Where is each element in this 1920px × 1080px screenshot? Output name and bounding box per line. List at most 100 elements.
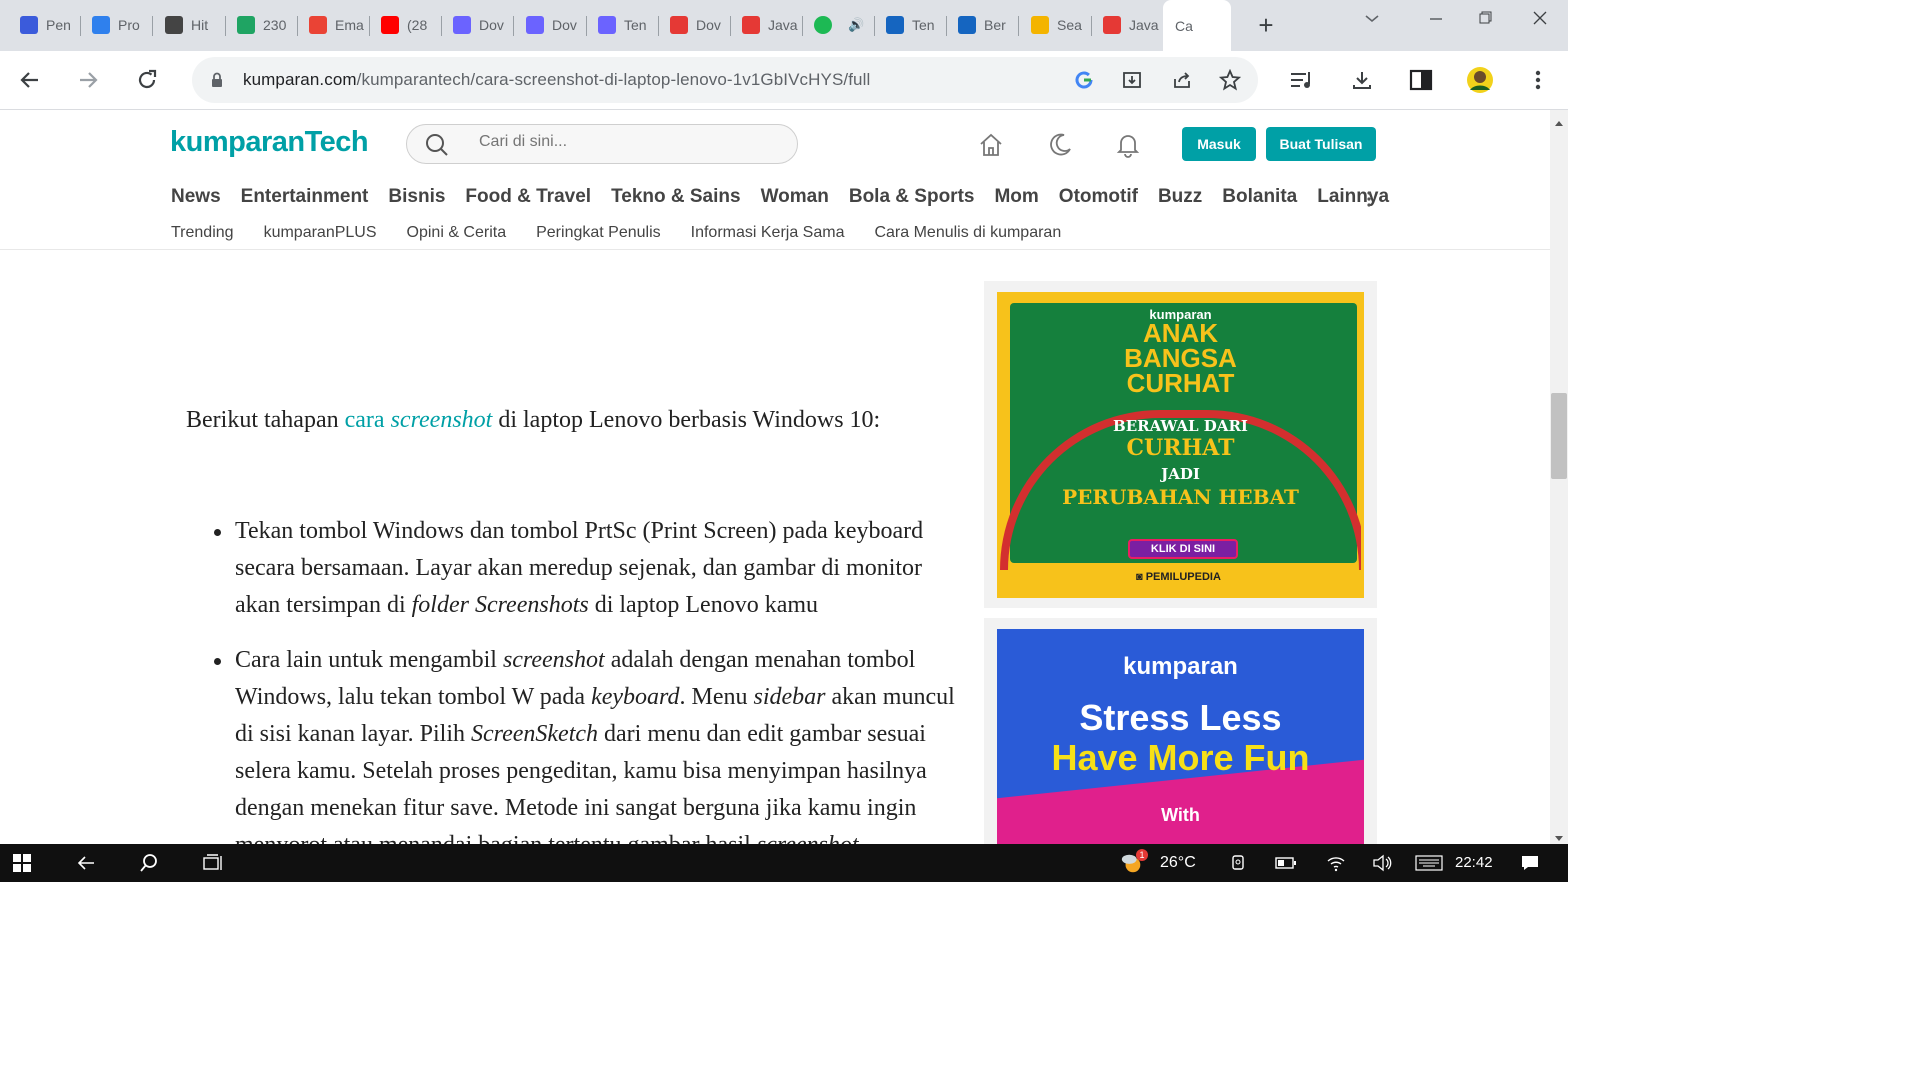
back-arrow-icon[interactable] <box>14 64 46 96</box>
ad-banner-stress-less[interactable]: kumparan Stress Less Have More Fun With <box>984 618 1377 844</box>
browser-tab[interactable]: Ber <box>946 6 1018 44</box>
nav-item[interactable]: Buzz <box>1158 186 1202 210</box>
install-app-icon[interactable] <box>1120 68 1144 92</box>
ad-cta-button[interactable]: KLIK DI SINI <box>1128 539 1238 559</box>
browser-tab-strip: + Pen Pro Hit 230 Ema (28 Dov Dov Ten Dov Java 🔊 Ten… <box>0 0 1568 51</box>
downloads-icon[interactable] <box>1348 66 1376 94</box>
nav-item[interactable]: News <box>171 186 221 210</box>
ad-banner-anak-bangsa-curhat[interactable]: kumparan ANAK BANGSA CURHAT BERAWAL DARI C… <box>984 281 1377 608</box>
browser-tab-label: Ca <box>1175 17 1193 34</box>
browser-tab[interactable]: Sea <box>1019 6 1091 44</box>
login-button[interactable]: Masuk <box>1182 127 1256 161</box>
sub-category-nav: Trending kumparanPLUS Opini & Cerita Pering… <box>171 224 1091 242</box>
notifications-icon[interactable] <box>1518 851 1542 875</box>
nav-item[interactable]: Lainnya <box>1317 186 1389 210</box>
browser-tab[interactable]: Ema <box>297 6 369 44</box>
nav-item[interactable]: Entertainment <box>241 186 369 210</box>
temperature[interactable]: 26°C <box>1160 854 1196 872</box>
browser-tab[interactable]: Pen <box>8 6 80 44</box>
minimize-icon[interactable] <box>1422 8 1450 28</box>
home-icon[interactable] <box>976 130 1006 160</box>
url-text[interactable]: kumparan.com/kumparantech/cara-screensho… <box>243 70 870 90</box>
article-link[interactable]: cara screenshot <box>345 407 493 433</box>
nav-item[interactable]: Tekno & Sains <box>611 186 741 210</box>
ad-image[interactable]: kumparan ANAK BANGSA CURHAT BERAWAL DARI C… <box>997 292 1364 598</box>
close-window-icon[interactable] <box>1526 8 1554 28</box>
chrome-extension-icon <box>886 16 904 34</box>
taskbar-back-icon[interactable] <box>74 851 98 875</box>
tab-search-icon[interactable] <box>1358 8 1386 28</box>
bookmark-star-icon[interactable] <box>1218 68 1242 92</box>
nav-item[interactable]: Bolanita <box>1222 186 1297 210</box>
dark-mode-moon-icon[interactable] <box>1045 130 1075 160</box>
browser-tab[interactable]: Dov <box>441 6 513 44</box>
browser-tab-label: Ema <box>335 17 364 33</box>
scroll-up-arrow-icon[interactable] <box>1554 114 1564 132</box>
keyboard-icon[interactable] <box>1414 851 1444 875</box>
write-article-button[interactable]: Buat Tulisan <box>1266 127 1376 161</box>
browser-tab[interactable]: Ca <box>1163 0 1231 51</box>
meet-now-icon[interactable] <box>1226 851 1250 875</box>
reload-icon[interactable] <box>131 64 163 96</box>
site-logo[interactable]: kumparanTech <box>170 126 369 159</box>
browser-tab[interactable]: Pro <box>80 6 152 44</box>
address-bar[interactable]: kumparan.com/kumparantech/cara-screensho… <box>192 57 1258 103</box>
sub-nav-item[interactable]: Cara Menulis di kumparan <box>874 224 1061 242</box>
dovetail-icon <box>598 16 616 34</box>
wifi-icon[interactable] <box>1324 851 1348 875</box>
browser-tab-label: Dov <box>479 17 504 33</box>
lock-icon[interactable] <box>205 68 229 92</box>
site-header: kumparanTech Masuk Buat Tulisan News Ente… <box>0 110 1550 250</box>
sub-nav-item[interactable]: kumparanPLUS <box>264 224 377 242</box>
windows-start-icon[interactable] <box>10 851 34 875</box>
cube-icon <box>670 16 688 34</box>
restore-icon[interactable] <box>1472 8 1500 28</box>
sub-nav-item[interactable]: Informasi Kerja Sama <box>691 224 845 242</box>
main-category-nav: News Entertainment Bisnis Food & Travel Tekn… <box>171 186 1409 210</box>
media-control-icon[interactable] <box>1288 66 1316 94</box>
browser-menu-icon[interactable] <box>1524 66 1552 94</box>
nav-item[interactable]: Otomotif <box>1059 186 1138 210</box>
browser-tab[interactable]: Ten <box>586 6 658 44</box>
new-tab-button[interactable]: + <box>1253 12 1279 38</box>
sub-nav-item[interactable]: Opini & Cerita <box>407 224 507 242</box>
browser-tab-label: Hit <box>191 17 209 33</box>
nav-item[interactable]: Mom <box>994 186 1038 210</box>
search-input[interactable] <box>479 133 779 151</box>
browser-tab[interactable]: Java <box>1091 6 1163 44</box>
nav-item[interactable]: Food & Travel <box>465 186 591 210</box>
taskbar-search-icon[interactable] <box>137 851 161 875</box>
search-icon[interactable] <box>425 133 449 162</box>
browser-tab[interactable]: (28 <box>369 6 441 44</box>
nav-item[interactable]: Woman <box>761 186 829 210</box>
page-scrollbar[interactable] <box>1550 110 1568 844</box>
clock-time[interactable]: 22:42 <box>1455 854 1493 871</box>
battery-icon[interactable] <box>1274 851 1298 875</box>
site-search-box[interactable] <box>406 124 798 164</box>
puzzle-icon <box>1031 16 1049 34</box>
nav-item[interactable]: Bola & Sports <box>849 186 975 210</box>
sub-nav-item[interactable]: Trending <box>171 224 234 242</box>
share-icon[interactable] <box>1170 68 1194 92</box>
sub-nav-item[interactable]: Peringkat Penulis <box>536 224 661 242</box>
browser-tab[interactable]: Hit <box>153 6 225 44</box>
more-vertical-icon[interactable] <box>1366 190 1372 213</box>
profile-avatar[interactable] <box>1466 66 1494 94</box>
side-panel-icon[interactable] <box>1407 66 1435 94</box>
forward-arrow-icon[interactable] <box>72 64 104 96</box>
browser-tab[interactable]: Dov <box>514 6 586 44</box>
volume-icon[interactable] <box>1370 851 1394 875</box>
notification-bell-icon[interactable] <box>1113 130 1143 160</box>
browser-tab-label: (28 <box>407 17 428 33</box>
browser-tab[interactable]: 🔊 <box>802 6 874 44</box>
nav-item[interactable]: Bisnis <box>388 186 445 210</box>
browser-tab[interactable]: Java <box>730 6 802 44</box>
task-view-icon[interactable] <box>201 851 225 875</box>
browser-tab[interactable]: Dov <box>658 6 730 44</box>
browser-tab[interactable]: 230 <box>225 6 297 44</box>
google-translate-icon[interactable] <box>1072 68 1096 92</box>
article-bullet-list: Tekan tombol Windows dan tombol PrtSc (P… <box>186 513 961 844</box>
ad-image[interactable]: kumparan Stress Less Have More Fun With <box>997 629 1364 844</box>
browser-tab[interactable]: Ten <box>874 6 946 44</box>
scrollbar-thumb[interactable] <box>1551 393 1567 479</box>
